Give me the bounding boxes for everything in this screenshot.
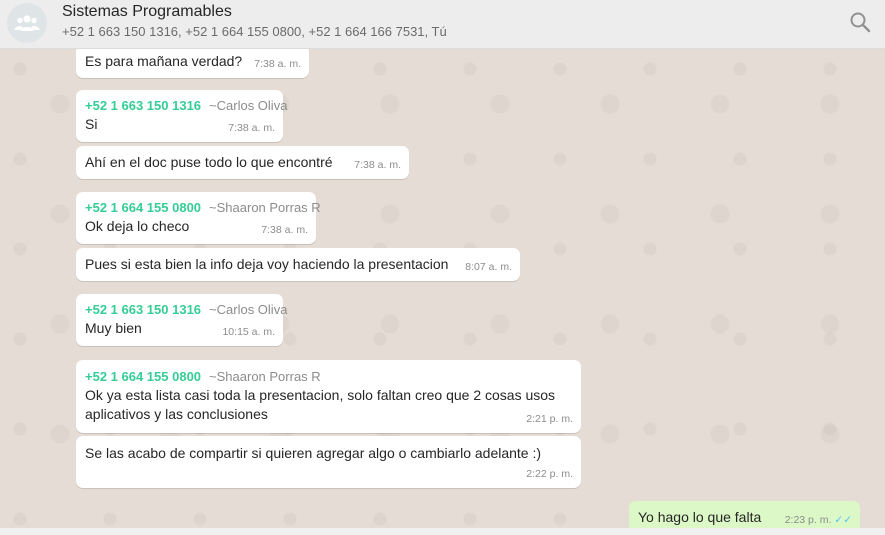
message-time: 7:38 a. m. <box>354 159 401 171</box>
message-time: 7:38 a. m. <box>228 122 275 134</box>
chat-header: Sistemas Programables +52 1 663 150 1316… <box>0 0 885 49</box>
search-button[interactable] <box>848 10 872 34</box>
message-bubble[interactable]: +52 1 664 155 0800 ~Shaaron Porras R Ok d… <box>76 192 321 244</box>
sender-alias: ~Carlos Oliva <box>209 302 288 317</box>
group-icon <box>14 15 40 31</box>
group-avatar[interactable] <box>7 3 47 43</box>
message-text: Ahí en el doc puse todo lo que encontré <box>85 154 333 170</box>
sender-phone[interactable]: +52 1 663 150 1316 <box>85 302 201 317</box>
sender-alias: ~Shaaron Porras R <box>209 369 321 384</box>
message-bubble[interactable]: +52 1 664 155 0800 ~Shaaron Porras R Ok y… <box>76 360 581 433</box>
message-bubble[interactable]: Es para mañana verdad? 7:38 a. m. <box>76 49 309 78</box>
chat-messages[interactable]: Es para mañana verdad? 7:38 a. m. +52 1 … <box>0 49 885 535</box>
message-bubble[interactable]: +52 1 663 150 1316 ~Carlos Oliva Si 7:38 … <box>76 90 287 142</box>
message-sender: +52 1 663 150 1316 ~Carlos Oliva <box>85 301 287 319</box>
sender-phone[interactable]: +52 1 664 155 0800 <box>85 200 201 215</box>
message-time: 10:15 a. m. <box>222 326 275 338</box>
message-time: 7:38 a. m. <box>254 58 301 70</box>
chat-members[interactable]: +52 1 663 150 1316, +52 1 664 155 0800, … <box>62 24 447 39</box>
sender-phone[interactable]: +52 1 664 155 0800 <box>85 369 201 384</box>
search-icon <box>850 12 871 33</box>
message-text: Pues si esta bien la info deja voy hacie… <box>85 256 449 272</box>
message-text-line: aplicativos y las conclusiones <box>85 406 268 422</box>
sender-phone[interactable]: +52 1 663 150 1316 <box>85 98 201 113</box>
chat-title[interactable]: Sistemas Programables <box>62 3 232 21</box>
message-time: 2:23 p. m. <box>784 514 832 526</box>
message-bubble[interactable]: Se las acabo de compartir si quieren agr… <box>76 436 581 488</box>
message-bubble[interactable]: Pues si esta bien la info deja voy hacie… <box>76 248 520 281</box>
composer-bar[interactable] <box>0 528 885 535</box>
message-time: 2:21 p. m. <box>526 413 573 425</box>
message-bubble[interactable]: Ahí en el doc puse todo lo que encontré … <box>76 146 409 179</box>
message-sender: +52 1 664 155 0800 ~Shaaron Porras R <box>85 199 321 217</box>
message-time: 7:38 a. m. <box>261 224 308 236</box>
message-sender: +52 1 664 155 0800 ~Shaaron Porras R <box>85 368 572 386</box>
message-text-line: Ok ya esta lista casi toda la presentaci… <box>85 387 556 403</box>
sender-alias: ~Shaaron Porras R <box>209 200 321 215</box>
read-receipt-icon: ✓✓ <box>834 514 852 526</box>
message-text: Se las acabo de compartir si quieren agr… <box>85 445 542 461</box>
message-bubble[interactable]: +52 1 663 150 1316 ~Carlos Oliva Muy bien… <box>76 294 287 346</box>
message-sender: +52 1 663 150 1316 ~Carlos Oliva <box>85 97 287 115</box>
sender-alias: ~Carlos Oliva <box>209 98 288 113</box>
message-time: 8:07 a. m. <box>465 261 512 273</box>
message-time: 2:22 p. m. <box>526 468 573 480</box>
